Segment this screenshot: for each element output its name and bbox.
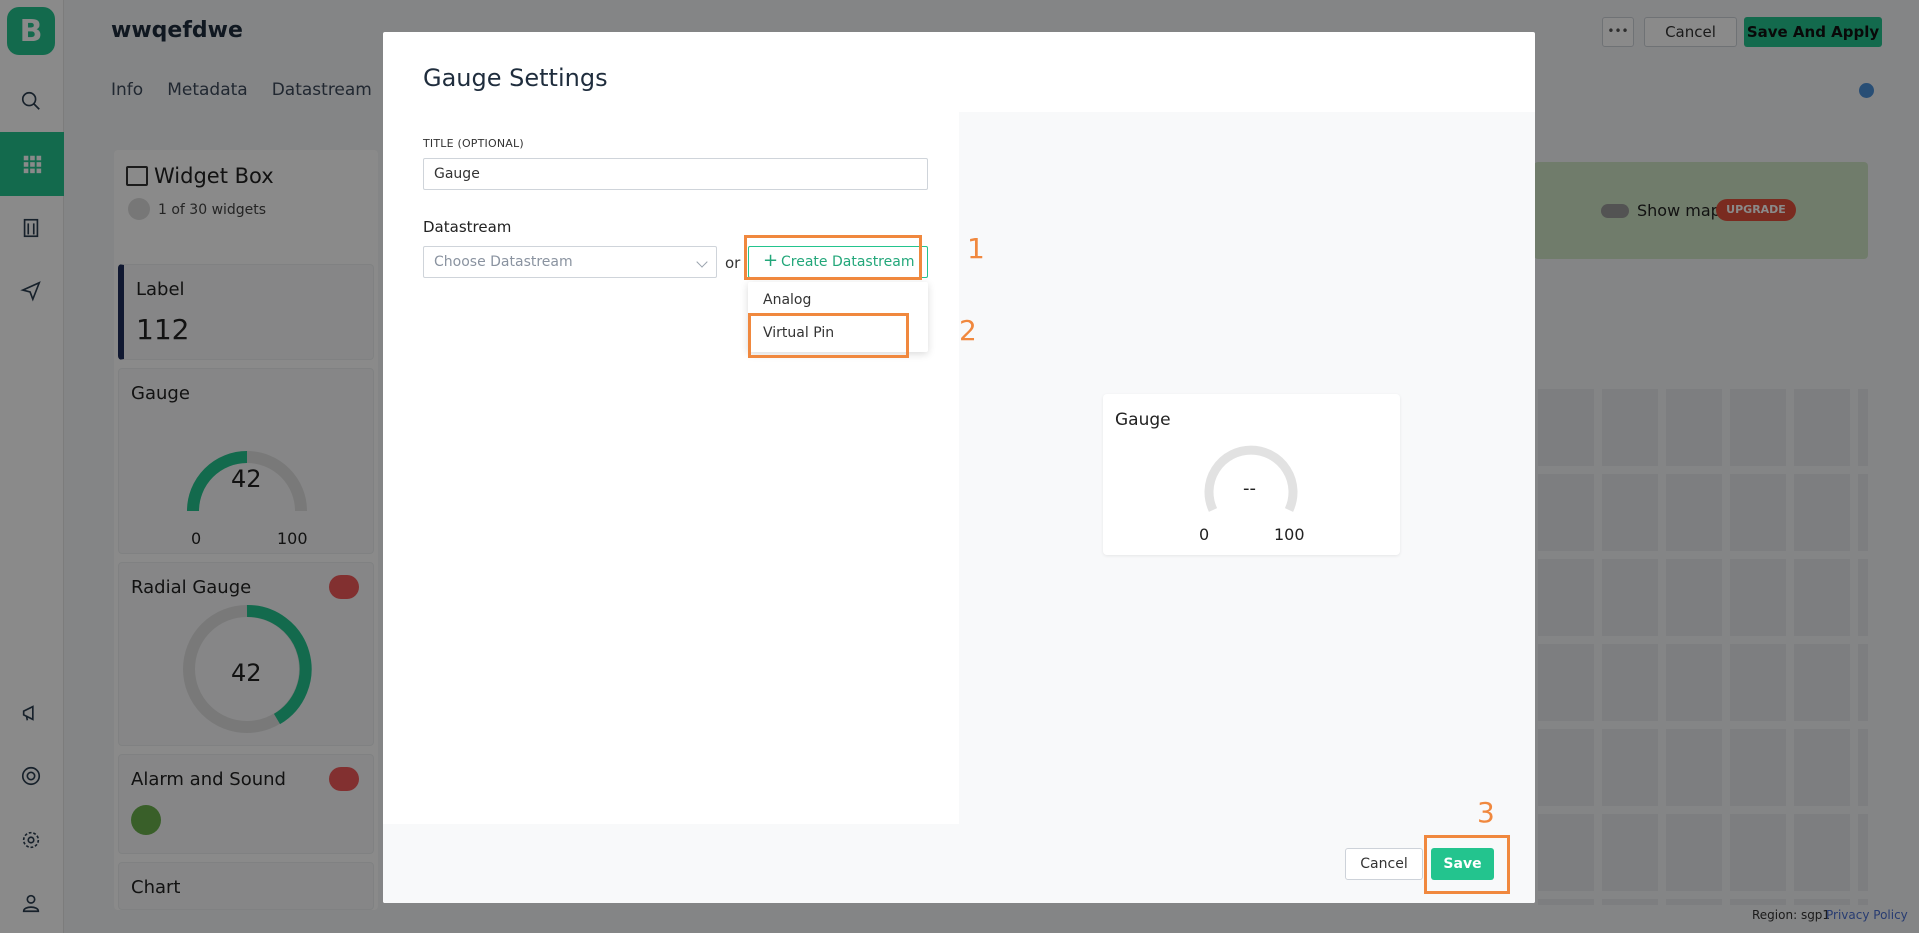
title-input[interactable]: Gauge (423, 158, 928, 190)
gauge-preview-max: 100 (1274, 525, 1305, 544)
gauge-preview-arc (1204, 445, 1298, 512)
annotation-number-1: 1 (967, 232, 985, 265)
datastream-select[interactable]: Choose Datastream (423, 246, 717, 278)
gauge-preview-card: Gauge -- 0 100 (1103, 394, 1400, 555)
or-text: or (725, 254, 741, 272)
datastream-label: Datastream (423, 218, 512, 236)
gauge-preview-title: Gauge (1115, 410, 1171, 430)
dropdown-item-analog[interactable]: Analog (748, 284, 928, 316)
annotation-number-2: 2 (959, 314, 977, 347)
gauge-preview-value: -- (1243, 478, 1256, 499)
gauge-settings-modal: Gauge Settings TITLE (OPTIONAL) Gauge Da… (383, 32, 1535, 903)
annotation-box-1 (744, 235, 922, 280)
gauge-preview-min: 0 (1199, 525, 1210, 544)
modal-cancel-button[interactable]: Cancel (1345, 848, 1423, 880)
title-field-label: TITLE (OPTIONAL) (423, 137, 524, 150)
modal-title: Gauge Settings (423, 64, 608, 92)
chevron-down-icon (696, 256, 708, 268)
datastream-placeholder: Choose Datastream (434, 254, 573, 270)
annotation-number-3: 3 (1477, 796, 1495, 829)
annotation-box-3 (1424, 835, 1510, 894)
annotation-box-2 (748, 313, 909, 358)
